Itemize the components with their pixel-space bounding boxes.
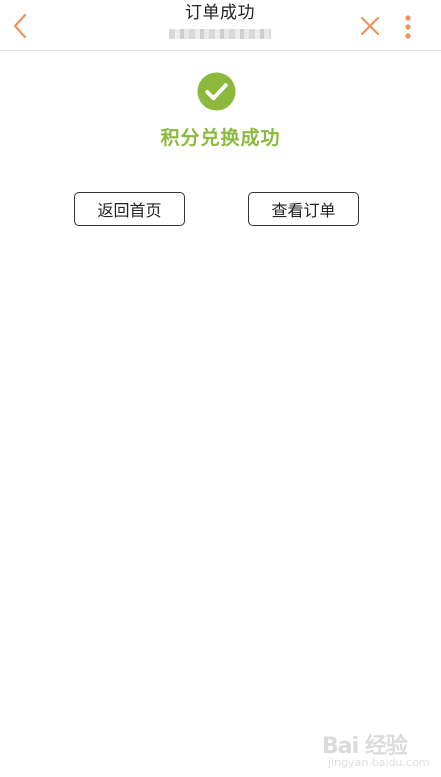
- view-order-button[interactable]: 查看订单: [248, 192, 359, 226]
- chevron-left-icon: [13, 13, 27, 39]
- title-area: 订单成功: [120, 3, 320, 39]
- more-vertical-icon: [405, 15, 411, 39]
- close-button[interactable]: [358, 14, 382, 38]
- success-message: 积分兑换成功: [160, 127, 281, 149]
- top-bar: 订单成功: [0, 0, 441, 51]
- return-home-button[interactable]: 返回首页: [74, 192, 185, 226]
- back-button[interactable]: [6, 10, 34, 42]
- watermark: Bai 经验 jingyan.baidu.com: [322, 722, 437, 772]
- watermark-url: jingyan.baidu.com: [328, 756, 430, 769]
- check-circle-icon: [197, 72, 236, 111]
- more-button[interactable]: [398, 12, 418, 42]
- page-title: 订单成功: [185, 3, 255, 23]
- blurred-subtitle: [169, 29, 271, 39]
- close-icon: [361, 17, 379, 35]
- app-screen: 订单成功 积分兑换成功 返回首页 查看订单 Bai 经验 jingyan.bai…: [0, 0, 441, 777]
